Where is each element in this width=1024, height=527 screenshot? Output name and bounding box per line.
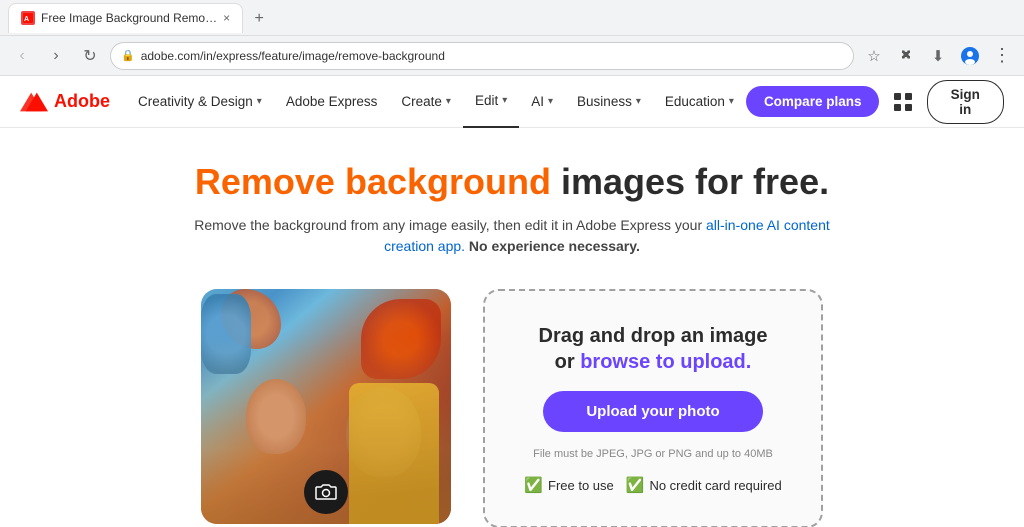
hero-subtitle: Remove the background from any image eas…	[192, 215, 832, 257]
upload-photo-button[interactable]: Upload your photo	[543, 391, 763, 432]
upload-box-title: Drag and drop an image or browse to uplo…	[539, 323, 768, 375]
tab-favicon: A	[21, 11, 35, 25]
svg-text:A: A	[24, 16, 29, 23]
page-content: Adobe Creativity & Design ▾ Adobe Expres…	[0, 76, 1024, 527]
nav-item-express[interactable]: Adobe Express	[274, 76, 390, 128]
hero-title: Remove background images for free.	[20, 160, 1004, 203]
nav-item-ai[interactable]: AI ▾	[519, 76, 565, 128]
nav-item-edit[interactable]: Edit ▾	[463, 76, 519, 128]
image-preview	[201, 289, 451, 524]
file-hint: File must be JPEG, JPG or PNG and up to …	[533, 448, 773, 460]
reload-button[interactable]: ↻	[76, 42, 104, 70]
camera-icon	[315, 483, 337, 501]
back-button[interactable]: ‹	[8, 42, 36, 70]
apps-grid-icon[interactable]	[891, 90, 914, 114]
nav-item-create[interactable]: Create ▾	[389, 76, 463, 128]
nav-item-education[interactable]: Education ▾	[653, 76, 746, 128]
address-text: adobe.com/in/express/feature/image/remov…	[141, 49, 843, 63]
extensions-button[interactable]	[892, 42, 920, 70]
download-button[interactable]: ⬇	[924, 42, 952, 70]
nav-item-creativity[interactable]: Creativity & Design ▾	[126, 76, 274, 128]
extensions-icon	[898, 48, 914, 64]
sign-in-button[interactable]: Sign in	[927, 80, 1004, 124]
toolbar-actions: ☆ ⬇ ⋮	[860, 42, 1016, 70]
drag-drop-text: Drag and drop an image	[539, 325, 768, 347]
browser-frame: A Free Image Background Remo… × + ‹ › ↻ …	[0, 0, 1024, 527]
hero-title-highlight: Remove background	[195, 161, 551, 202]
nav-item-business[interactable]: Business ▾	[565, 76, 653, 128]
profile-button[interactable]	[956, 42, 984, 70]
compare-plans-button[interactable]: Compare plans	[746, 86, 880, 117]
lock-icon: 🔒	[121, 49, 135, 62]
new-tab-button[interactable]: +	[245, 5, 273, 33]
free-to-use-badge: ✅ Free to use	[524, 476, 613, 494]
tab-bar-container: A Free Image Background Remo… × +	[8, 3, 1016, 33]
forward-button[interactable]: ›	[42, 42, 70, 70]
hero-subtitle-bold: No experience necessary.	[465, 238, 640, 254]
chevron-down-icon: ▾	[548, 96, 553, 107]
chevron-down-icon: ▾	[636, 96, 641, 107]
profile-icon	[961, 47, 979, 65]
chevron-down-icon: ▾	[502, 95, 507, 106]
browse-text[interactable]: browse to upload.	[580, 351, 751, 373]
upload-box: Drag and drop an image or browse to uplo…	[483, 289, 823, 527]
image-camera-button[interactable]	[304, 470, 348, 514]
no-credit-card-label: No credit card required	[649, 478, 781, 493]
chevron-down-icon: ▾	[446, 96, 451, 107]
hero-subtitle-text: Remove the background from any image eas…	[194, 217, 706, 233]
no-credit-card-badge: ✅ No credit card required	[626, 476, 782, 494]
image-preview-section: 🖱	[201, 289, 451, 527]
free-to-use-label: Free to use	[548, 478, 614, 493]
nav-actions: Compare plans Sign in	[746, 80, 1004, 124]
bookmark-button[interactable]: ☆	[860, 42, 888, 70]
tab-title: Free Image Background Remo…	[41, 11, 217, 25]
adobe-logo-text: Adobe	[54, 91, 110, 112]
chevron-down-icon: ▾	[257, 96, 262, 107]
adobe-navbar: Adobe Creativity & Design ▾ Adobe Expres…	[0, 76, 1024, 128]
check-icon-1: ✅	[524, 476, 543, 494]
chevron-down-icon: ▾	[729, 96, 734, 107]
check-icon-2: ✅	[626, 476, 645, 494]
hero-title-rest: images for free.	[551, 161, 829, 202]
browser-tab-active[interactable]: A Free Image Background Remo… ×	[8, 3, 243, 33]
main-area: 🖱 Drag and drop an image or browse to up…	[0, 273, 1024, 527]
adobe-logo-svg	[20, 92, 48, 112]
address-bar[interactable]: 🔒 adobe.com/in/express/feature/image/rem…	[110, 42, 854, 70]
nav-items: Creativity & Design ▾ Adobe Express Crea…	[126, 76, 746, 128]
adobe-logo[interactable]: Adobe	[20, 91, 110, 112]
or-text: or	[555, 351, 581, 373]
browser-tab-bar: A Free Image Background Remo… × +	[0, 0, 1024, 36]
browser-toolbar: ‹ › ↻ 🔒 adobe.com/in/express/feature/ima…	[0, 36, 1024, 76]
upload-badges: ✅ Free to use ✅ No credit card required	[524, 476, 781, 494]
tab-close-icon[interactable]: ×	[223, 11, 230, 25]
menu-button[interactable]: ⋮	[988, 42, 1016, 70]
hero-section: Remove background images for free. Remov…	[0, 128, 1024, 273]
upload-section: Drag and drop an image or browse to uplo…	[483, 289, 823, 527]
